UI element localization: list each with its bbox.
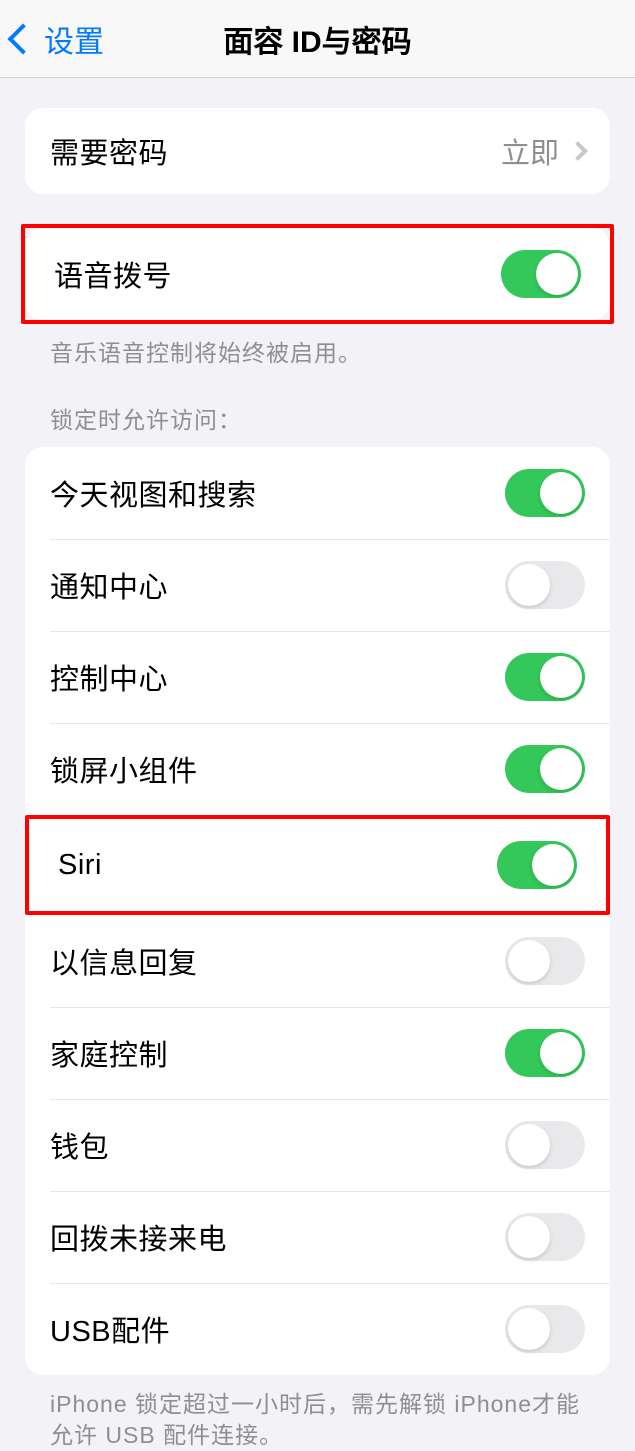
- row-label: 锁屏小组件: [50, 748, 198, 790]
- voice-dial-group: 语音拨号: [25, 228, 610, 320]
- lock-access-row: Siri: [29, 819, 606, 911]
- toggle-knob: [540, 748, 582, 790]
- row-value: 立即: [501, 130, 559, 172]
- row-label: 家庭控制: [50, 1032, 168, 1074]
- lock-access-row: 回拨未接来电: [25, 1191, 610, 1283]
- toggle[interactable]: [505, 1213, 585, 1261]
- toggle[interactable]: [505, 1121, 585, 1169]
- toggle[interactable]: [505, 1305, 585, 1353]
- lock-access-group: 今天视图和搜索通知中心控制中心锁屏小组件 Siri 以信息回复家庭控制钱包回拨未接来…: [25, 447, 610, 1375]
- nav-bar: 设置 面容 ID与密码: [0, 0, 635, 78]
- toggle[interactable]: [505, 469, 585, 517]
- row-label: 今天视图和搜索: [50, 472, 257, 514]
- row-label: USB配件: [50, 1308, 170, 1350]
- highlight-voice-dial: 语音拨号: [21, 224, 614, 324]
- toggle-knob: [508, 1216, 550, 1258]
- lock-access-footer: iPhone 锁定超过一小时后，需先解锁 iPhone才能允许 USB 配件连接…: [25, 1375, 610, 1451]
- lock-access-row: 控制中心: [25, 631, 610, 723]
- row-label: 控制中心: [50, 656, 168, 698]
- row-label: Siri: [58, 849, 102, 882]
- toggle-knob: [508, 940, 550, 982]
- lock-access-row: 通知中心: [25, 539, 610, 631]
- toggle-knob: [508, 1124, 550, 1166]
- lock-access-row: 钱包: [25, 1099, 610, 1191]
- row-label: 语音拨号: [54, 253, 172, 295]
- toggle-knob: [540, 656, 582, 698]
- passcode-group: 需要密码 立即: [25, 108, 610, 194]
- voice-dial-row: 语音拨号: [25, 228, 610, 320]
- require-passcode-row[interactable]: 需要密码 立即: [25, 108, 610, 194]
- toggle-knob: [540, 472, 582, 514]
- toggle[interactable]: [505, 653, 585, 701]
- toggle-knob: [508, 1308, 550, 1350]
- toggle[interactable]: [505, 1029, 585, 1077]
- toggle-knob: [536, 253, 578, 295]
- chevron-left-icon: [7, 23, 38, 54]
- voice-dial-toggle[interactable]: [501, 250, 581, 298]
- lock-access-row: 今天视图和搜索: [25, 447, 610, 539]
- toggle-knob: [508, 564, 550, 606]
- row-label: 回拨未接来电: [50, 1216, 227, 1258]
- back-label: 设置: [44, 17, 104, 61]
- toggle[interactable]: [505, 745, 585, 793]
- toggle-knob: [532, 844, 574, 886]
- row-label: 以信息回复: [50, 940, 198, 982]
- lock-access-row: 以信息回复: [25, 915, 610, 1007]
- row-label: 通知中心: [50, 564, 168, 606]
- page-title: 面容 ID与密码: [223, 17, 411, 61]
- highlight-siri: Siri: [25, 815, 610, 915]
- voice-dial-footer: 音乐语音控制将始终被启用。: [25, 324, 610, 369]
- toggle[interactable]: [497, 841, 577, 889]
- lock-access-header: 锁定时允许访问：: [25, 369, 610, 443]
- toggle[interactable]: [505, 937, 585, 985]
- lock-access-row: 锁屏小组件: [25, 723, 610, 815]
- toggle[interactable]: [505, 561, 585, 609]
- toggle-knob: [540, 1032, 582, 1074]
- chevron-right-icon: [568, 141, 588, 161]
- lock-access-row: USB配件: [25, 1283, 610, 1375]
- row-label: 需要密码: [50, 130, 168, 172]
- lock-access-row: 家庭控制: [25, 1007, 610, 1099]
- back-button[interactable]: 设置: [0, 17, 104, 61]
- row-label: 钱包: [50, 1124, 109, 1166]
